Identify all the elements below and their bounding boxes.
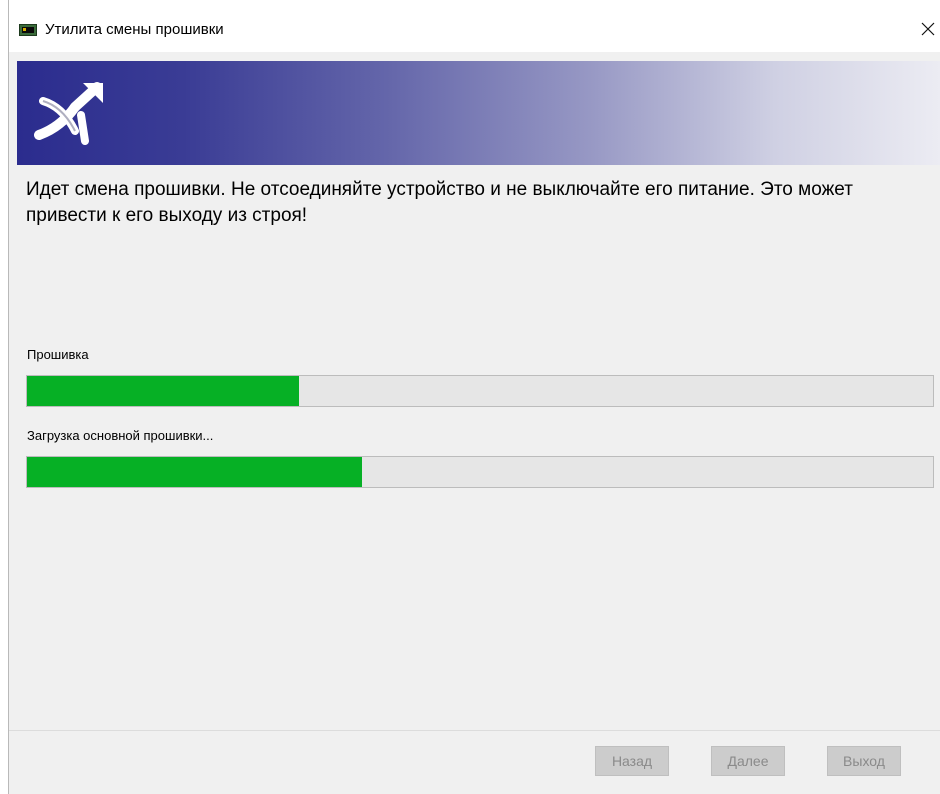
- overall-progress-label: Прошивка: [27, 347, 89, 362]
- current-step-progress-bar: [26, 456, 934, 488]
- overall-progress-bar: [26, 375, 934, 407]
- window-title: Утилита смены прошивки: [45, 21, 224, 38]
- exit-button[interactable]: Выход: [827, 746, 901, 776]
- title-bar[interactable]: Утилита смены прошивки: [9, 0, 940, 52]
- close-icon: [921, 22, 935, 36]
- firmware-utility-window: Утилита смены прошивки Идет смена прошив…: [8, 0, 940, 794]
- warning-message: Идет смена прошивки. Не отсоединяйте уст…: [26, 179, 853, 226]
- current-step-progress-fill: [27, 457, 363, 487]
- header-banner: [17, 61, 940, 165]
- next-button[interactable]: Далее: [711, 746, 785, 776]
- arrow-logo-icon: [34, 82, 103, 145]
- close-button[interactable]: [916, 12, 940, 46]
- back-button[interactable]: Назад: [595, 746, 669, 776]
- footer-divider: [9, 730, 940, 731]
- firmware-board-icon: [19, 24, 37, 36]
- overall-progress-fill: [27, 376, 299, 406]
- current-step-label: Загрузка основной прошивки...: [27, 428, 214, 443]
